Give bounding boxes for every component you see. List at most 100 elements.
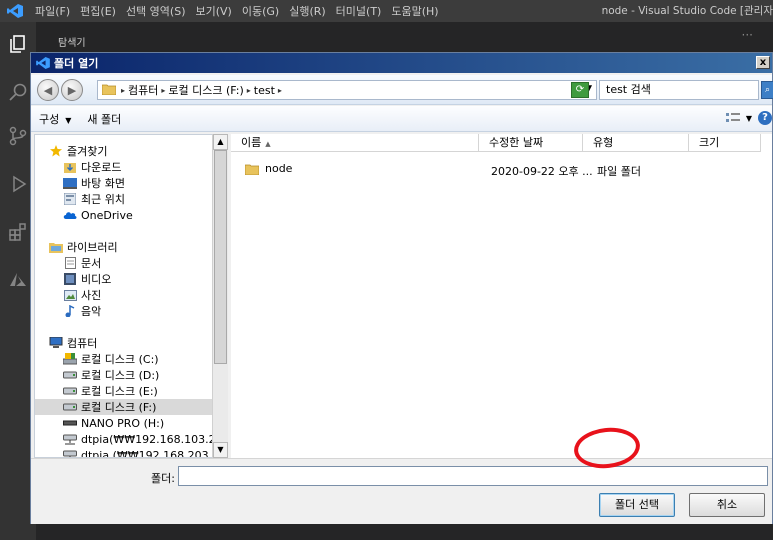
open-folder-dialog: 폴더 열기 x ◀ ▶ ▸ 컴퓨터 ▸ 로컬 디스크 (F:) ▸ test ▸… (30, 52, 773, 524)
nav-drive-c[interactable]: 로컬 디스크 (C:) (35, 351, 213, 367)
search-icon[interactable] (6, 80, 30, 104)
run-debug-icon[interactable] (6, 172, 30, 196)
forward-arrow-icon: ▶ (67, 83, 77, 97)
nav-label: 컴퓨터 (67, 337, 98, 350)
nav-documents[interactable]: 문서 (35, 255, 213, 271)
folder-input[interactable] (178, 466, 768, 486)
nav-drive-d[interactable]: 로컬 디스크 (D:) (35, 367, 213, 383)
column-header-size[interactable]: 크기 (689, 134, 761, 152)
column-header-type[interactable]: 유형 (583, 134, 689, 152)
search-icon[interactable]: ⌕ (761, 81, 773, 99)
nav-pictures[interactable]: 사진 (35, 287, 213, 303)
search-input[interactable]: test 검색 (599, 80, 759, 100)
nav-label: 최근 위치 (81, 193, 125, 206)
vscode-titlebar: 파일(F) 편집(E) 선택 영역(S) 보기(V) 이동(G) 실행(R) 터… (0, 0, 773, 22)
nav-drive-h[interactable]: NANO PRO (H:) (35, 415, 213, 431)
view-options-icon[interactable] (725, 112, 740, 124)
refresh-icon: ⟳ (575, 84, 585, 95)
nav-music[interactable]: 음악 (35, 303, 213, 319)
breadcrumb-drive-f[interactable]: 로컬 디스크 (F:) (166, 82, 245, 98)
back-arrow-icon: ◀ (43, 83, 53, 97)
menu-terminal[interactable]: 터미널(T) (331, 3, 387, 19)
nav-computer[interactable]: 컴퓨터 (35, 335, 213, 351)
nav-favorites[interactable]: 즐겨찾기 (35, 143, 213, 159)
navigation-pane: 즐겨찾기 다운로드 바탕 화면 최근 위치 OneDrive 라이브러리 문서 (34, 134, 214, 458)
library-icon (49, 241, 63, 253)
menu-selection[interactable]: 선택 영역(S) (121, 3, 191, 19)
folder-icon (101, 83, 117, 98)
nav-desktop[interactable]: 바탕 화면 (35, 175, 213, 191)
nav-label: 문서 (81, 257, 102, 270)
menu-help[interactable]: 도움말(H) (386, 3, 443, 19)
nav-downloads[interactable]: 다운로드 (35, 159, 213, 175)
usb-drive-icon (63, 417, 77, 429)
recent-places-icon (63, 193, 77, 205)
menu-run[interactable]: 실행(R) (284, 3, 330, 19)
breadcrumb-computer[interactable]: 컴퓨터 (126, 82, 160, 98)
address-bar[interactable]: ▸ 컴퓨터 ▸ 로컬 디스크 (F:) ▸ test ▸ ▼ (97, 80, 597, 100)
azure-icon[interactable] (6, 268, 30, 292)
select-folder-button[interactable]: 폴더 선택 (599, 493, 675, 517)
table-row[interactable]: node 2020-09-22 오후 ... 파일 폴더 (231, 160, 761, 178)
hard-drive-icon (63, 369, 77, 381)
file-modified: 2020-09-22 오후 ... (491, 165, 593, 178)
music-icon (63, 305, 77, 317)
folder-field-label: 폴더: (151, 472, 175, 485)
nav-label: dtpia (₩₩192.168.203.70 (81, 448, 214, 458)
scroll-down-icon[interactable]: ▼ (213, 442, 228, 458)
column-header-name[interactable]: 이름 ▲ (231, 134, 479, 152)
scroll-thumb[interactable] (214, 150, 227, 364)
forward-button[interactable]: ▶ (61, 79, 83, 101)
nav-libraries[interactable]: 라이브러리 (35, 239, 213, 255)
nav-label: 다운로드 (81, 161, 122, 174)
explorer-more-icon[interactable]: ··· (742, 28, 753, 42)
window-title: node - Visual Studio Code [관리자 (601, 5, 773, 17)
nav-label: 즐겨찾기 (67, 145, 108, 158)
downloads-folder-icon (63, 161, 77, 173)
nav-network-drive-1[interactable]: dtpia(₩₩192.168.103.26) ( (35, 431, 213, 447)
nav-label: 사진 (81, 289, 102, 302)
extensions-icon[interactable] (6, 220, 30, 244)
organize-label: 구성 (39, 112, 60, 126)
cloud-icon (63, 209, 77, 221)
nav-label: 로컬 디스크 (C:) (81, 353, 159, 366)
nav-network-drive-2[interactable]: dtpia (₩₩192.168.203.70 (35, 447, 214, 458)
menu-view[interactable]: 보기(V) (190, 3, 236, 19)
nav-drive-e[interactable]: 로컬 디스크 (E:) (35, 383, 213, 399)
menu-go[interactable]: 이동(G) (237, 3, 284, 19)
network-drive-icon (63, 449, 77, 457)
scroll-up-icon[interactable]: ▲ (213, 134, 228, 150)
breadcrumb-arrow-icon[interactable]: ▸ (277, 86, 283, 95)
nav-label: OneDrive (81, 208, 133, 222)
column-label: 이름 (241, 136, 262, 149)
hard-drive-icon (63, 385, 77, 397)
back-button[interactable]: ◀ (37, 79, 59, 101)
dialog-footer: 폴더: 폴더 선택 취소 (31, 458, 772, 524)
cancel-button[interactable]: 취소 (689, 493, 765, 517)
nav-label: 라이브러리 (67, 241, 118, 254)
organize-button[interactable]: 구성 ▼ (31, 111, 79, 127)
source-control-icon[interactable] (6, 124, 30, 148)
video-icon (63, 273, 77, 285)
star-icon (49, 145, 63, 157)
breadcrumb-test[interactable]: test (252, 84, 277, 97)
nav-onedrive[interactable]: OneDrive (35, 207, 213, 223)
menu-edit[interactable]: 편집(E) (75, 3, 121, 19)
column-header-modified[interactable]: 수정한 날짜 (479, 134, 583, 152)
help-icon[interactable]: ? (758, 111, 772, 125)
nav-label: 바탕 화면 (81, 177, 125, 190)
close-button[interactable]: x (756, 56, 770, 69)
refresh-button[interactable]: ⟳ (571, 82, 589, 98)
nav-drive-f[interactable]: 로컬 디스크 (F:) (35, 399, 213, 415)
explorer-files-icon[interactable] (6, 32, 30, 56)
explorer-title: 탐색기 (58, 38, 86, 49)
file-type: 파일 폴더 (597, 165, 641, 178)
navigation-scrollbar[interactable]: ▲ ▼ (212, 134, 228, 458)
menu-file[interactable]: 파일(F) (30, 3, 75, 19)
network-drive-icon (63, 433, 77, 445)
view-dropdown-icon[interactable]: ▼ (746, 114, 752, 123)
new-folder-button[interactable]: 새 폴더 (79, 111, 129, 127)
nav-videos[interactable]: 비디오 (35, 271, 213, 287)
dialog-titlebar: 폴더 열기 x (31, 53, 772, 73)
nav-recent[interactable]: 최근 위치 (35, 191, 213, 207)
